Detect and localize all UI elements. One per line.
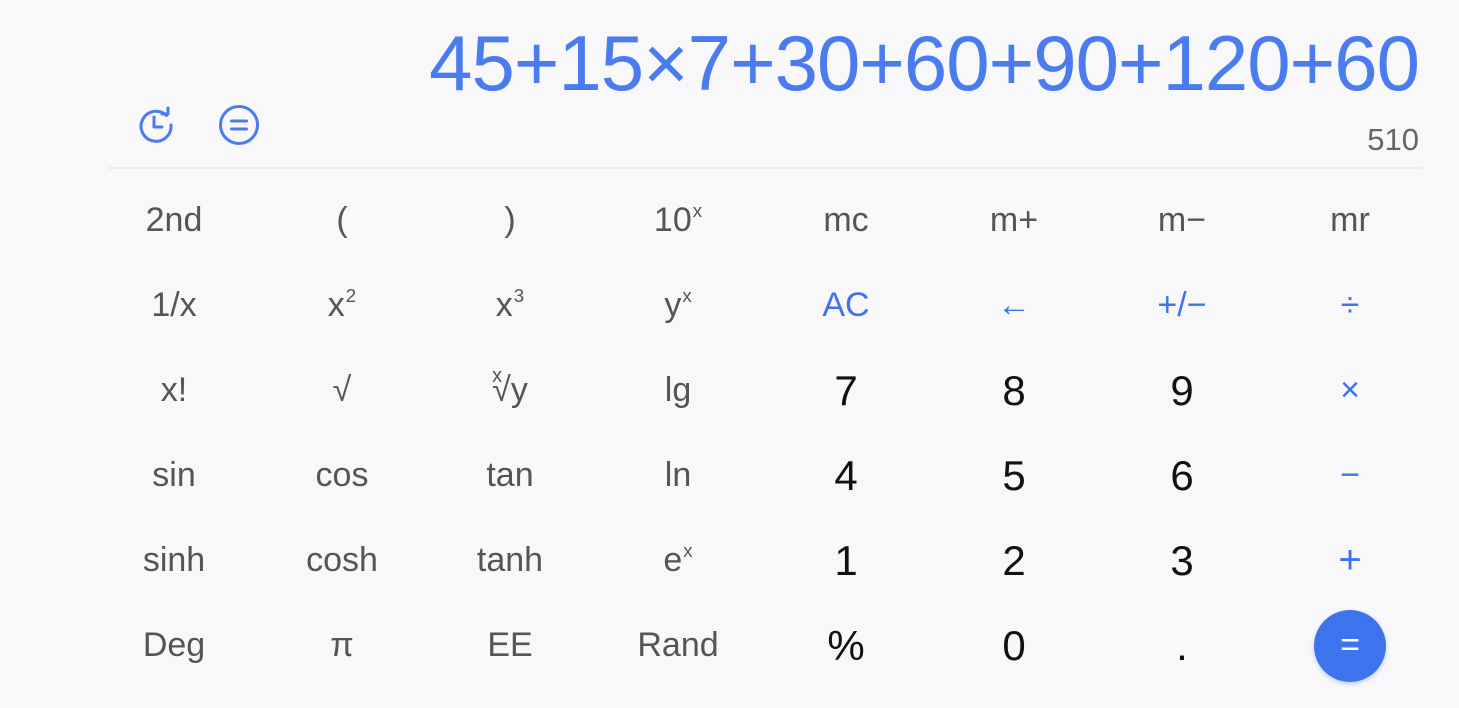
digit-4-key[interactable]: 4 xyxy=(762,433,930,518)
exponent-ee-key[interactable]: EE xyxy=(426,603,594,688)
second-function-key[interactable]: 2nd xyxy=(90,178,258,263)
digit-6-key[interactable]: 6 xyxy=(1098,433,1266,518)
y-power-exponent: x xyxy=(682,285,692,307)
digit-2-key[interactable]: 2 xyxy=(930,518,1098,603)
ten-power-exponent: x xyxy=(692,200,703,222)
square-key[interactable]: x2 xyxy=(258,263,426,348)
digit-8-key[interactable]: 8 xyxy=(930,348,1098,433)
tanh-key[interactable]: tanh xyxy=(426,518,594,603)
pi-key[interactable]: π xyxy=(258,603,426,688)
left-paren-key[interactable]: ( xyxy=(258,178,426,263)
memory-recall-key[interactable]: mr xyxy=(1266,178,1434,263)
cube-key[interactable]: x3 xyxy=(426,263,594,348)
nth-root-key[interactable]: x √y xyxy=(426,348,594,433)
digit-1-key[interactable]: 1 xyxy=(762,518,930,603)
digit-9-key[interactable]: 9 xyxy=(1098,348,1266,433)
digit-7-key[interactable]: 7 xyxy=(762,348,930,433)
cube-exponent: 3 xyxy=(513,285,525,307)
y-power-x-key[interactable]: yx xyxy=(594,263,762,348)
ten-power-key[interactable]: 10 x xyxy=(594,178,762,263)
all-clear-key[interactable]: AC xyxy=(762,263,930,348)
tan-key[interactable]: tan xyxy=(426,433,594,518)
log10-key[interactable]: lg xyxy=(594,348,762,433)
digit-3-key[interactable]: 3 xyxy=(1098,518,1266,603)
e-power-base: e xyxy=(663,541,683,579)
sinh-key[interactable]: sinh xyxy=(90,518,258,603)
random-key[interactable]: Rand xyxy=(594,603,762,688)
cos-key[interactable]: cos xyxy=(258,433,426,518)
minus-key[interactable]: − xyxy=(1266,433,1434,518)
equals-button-circle: = xyxy=(1314,609,1386,682)
y-power-base: y xyxy=(664,286,682,324)
ln-key[interactable]: ln xyxy=(594,433,762,518)
factorial-key[interactable]: x! xyxy=(90,348,258,433)
percent-key[interactable]: % xyxy=(762,603,930,688)
root-index: x xyxy=(492,365,503,387)
display-area: 45+15×7+30+60+90+120+60 510 xyxy=(0,0,1459,170)
sign-toggle-key[interactable]: +/− xyxy=(1098,263,1266,348)
e-power-exponent: x xyxy=(683,540,693,562)
digit-5-key[interactable]: 5 xyxy=(930,433,1098,518)
history-icon[interactable] xyxy=(135,104,177,146)
square-exponent: 2 xyxy=(345,285,357,307)
menu-equals-icon[interactable] xyxy=(218,104,260,146)
digit-0-key[interactable]: 0 xyxy=(930,603,1098,688)
backspace-key[interactable]: ← xyxy=(930,263,1098,348)
reciprocal-key[interactable]: 1/x xyxy=(90,263,258,348)
square-root-key[interactable]: √ xyxy=(258,348,426,433)
square-base: x xyxy=(327,286,345,324)
memory-subtract-key[interactable]: m− xyxy=(1098,178,1266,263)
expression-display: 45+15×7+30+60+90+120+60 xyxy=(429,19,1420,107)
keypad: 2nd ( ) 10 x mc m+ m− mr 1/x x2 x3 yx AC … xyxy=(90,178,1440,698)
memory-add-key[interactable]: m+ xyxy=(930,178,1098,263)
divider xyxy=(108,167,1421,169)
divide-key[interactable]: ÷ xyxy=(1266,263,1434,348)
decimal-point-key[interactable]: . xyxy=(1098,603,1266,688)
e-power-key[interactable]: ex xyxy=(594,518,762,603)
right-paren-key[interactable]: ) xyxy=(426,178,594,263)
memory-clear-key[interactable]: mc xyxy=(762,178,930,263)
equals-key[interactable]: = xyxy=(1266,603,1434,688)
plus-key[interactable]: + xyxy=(1266,518,1434,603)
sin-key[interactable]: sin xyxy=(90,433,258,518)
ten-power-base: 10 xyxy=(653,201,692,239)
cosh-key[interactable]: cosh xyxy=(258,518,426,603)
degree-mode-key[interactable]: Deg xyxy=(90,603,258,688)
cube-base: x xyxy=(495,286,513,324)
multiply-key[interactable]: × xyxy=(1266,348,1434,433)
result-display: 510 xyxy=(1367,122,1419,157)
